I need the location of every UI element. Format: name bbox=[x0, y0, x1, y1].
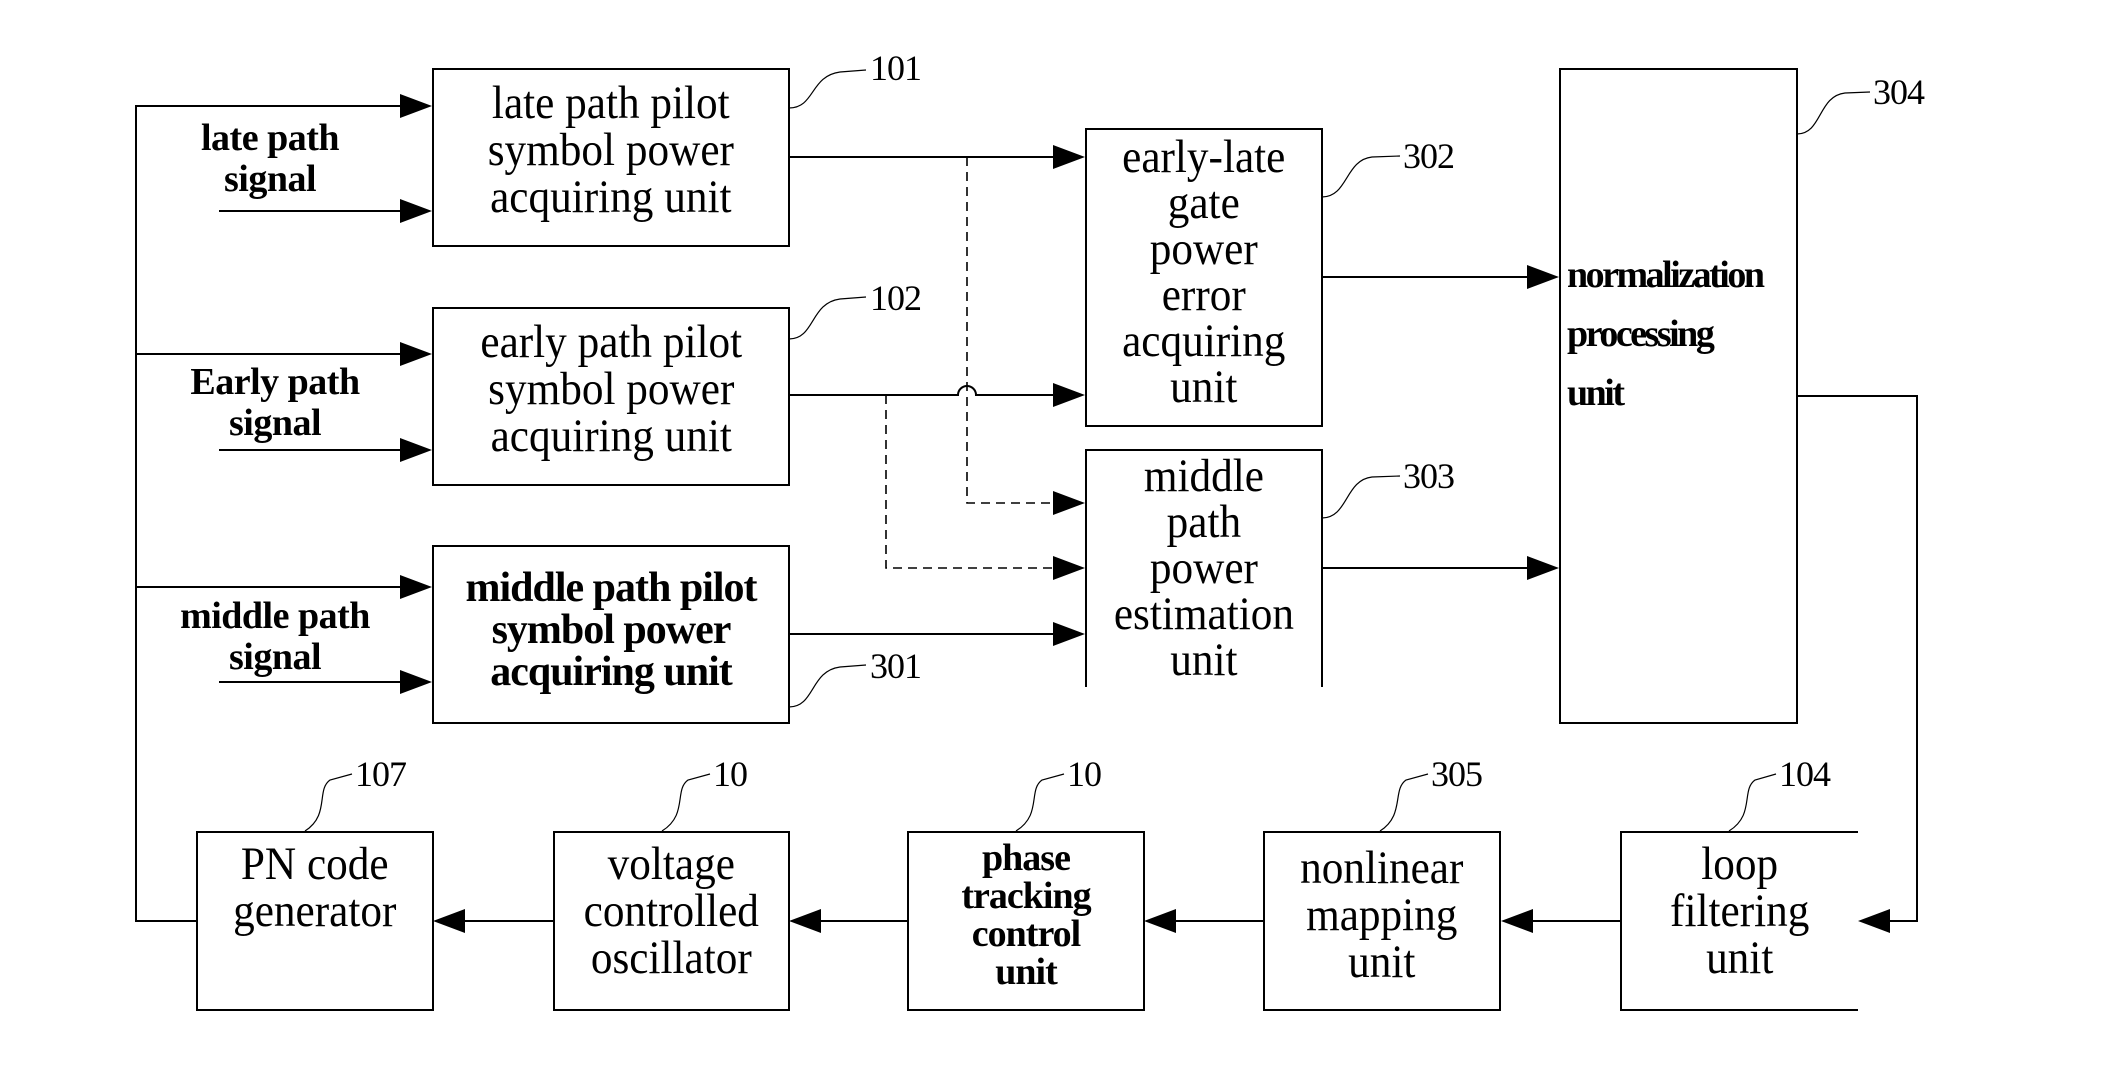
arrowhead bbox=[1053, 145, 1085, 169]
leader-303 bbox=[1321, 475, 1401, 519]
arrowhead bbox=[400, 199, 432, 223]
block-305-nonlinear-mapping[interactable]: nonlinear mapping unit bbox=[1263, 831, 1501, 1011]
ref-105: 10 bbox=[1067, 754, 1102, 794]
wire-102-302 bbox=[789, 385, 1053, 396]
block-304-normalization-processing[interactable]: normalization processing unit bbox=[1559, 68, 1798, 724]
arrowhead bbox=[1053, 556, 1085, 580]
arrowhead bbox=[1053, 491, 1085, 515]
ref-305: 305 bbox=[1431, 754, 1483, 794]
block-101-label: late path pilot symbol power acquiring u… bbox=[487, 77, 735, 223]
block-301-label: middle path pilot symbol power acquiring… bbox=[465, 565, 757, 695]
arrowhead bbox=[1527, 556, 1559, 580]
bus-pn-feedback bbox=[135, 105, 400, 922]
ref-106: 10 bbox=[713, 754, 748, 794]
ref-304: 304 bbox=[1873, 72, 1925, 112]
block-102-early-path-pilot-power[interactable]: early path pilot symbol power acquiring … bbox=[432, 307, 790, 486]
ref-107: 107 bbox=[355, 754, 407, 794]
leader-101 bbox=[788, 69, 867, 109]
arrowhead bbox=[1053, 622, 1085, 646]
dashed-102-303 bbox=[885, 395, 1053, 569]
ref-302: 302 bbox=[1403, 136, 1455, 176]
block-101-late-path-pilot-power[interactable]: late path pilot symbol power acquiring u… bbox=[432, 68, 790, 247]
block-105-label: phase tracking control unit bbox=[961, 837, 1091, 993]
block-305-label: nonlinear mapping unit bbox=[1300, 842, 1464, 988]
arrowhead bbox=[400, 94, 432, 118]
leader-301 bbox=[788, 664, 867, 708]
arrowhead bbox=[789, 909, 821, 933]
block-105-phase-tracking-control[interactable]: phase tracking control unit bbox=[907, 831, 1145, 1011]
early-path-signal-label: Early path signal bbox=[190, 361, 360, 445]
arrowhead bbox=[400, 342, 432, 366]
arrowhead bbox=[400, 438, 432, 462]
leader-106 bbox=[661, 773, 711, 832]
block-302-label: early-late gate power error acquiring un… bbox=[1122, 131, 1286, 414]
middle-path-signal-label: middle path signal bbox=[180, 595, 370, 679]
dashed-101-303 bbox=[966, 157, 1053, 504]
block-107-label: PN code generator bbox=[233, 838, 397, 937]
leader-102 bbox=[788, 296, 867, 340]
block-104-label: loop filtering unit bbox=[1670, 838, 1810, 984]
block-302-early-late-gate-power-error[interactable]: early-late gate power error acquiring un… bbox=[1085, 128, 1323, 427]
leader-104 bbox=[1728, 773, 1777, 832]
late-path-signal-label: late path signal bbox=[201, 117, 340, 201]
arrowhead bbox=[1053, 383, 1085, 407]
ref-104: 104 bbox=[1779, 754, 1831, 794]
block-303-middle-path-power-estimation[interactable]: middle path power estimation unit bbox=[1085, 449, 1323, 687]
block-107-pn-code-generator[interactable]: PN code generator bbox=[196, 831, 434, 1011]
leader-305 bbox=[1379, 773, 1429, 832]
arrowhead bbox=[1527, 265, 1559, 289]
arrowhead bbox=[1858, 909, 1890, 933]
arrowhead bbox=[1501, 909, 1533, 933]
leader-304 bbox=[1796, 91, 1871, 135]
block-106-label: voltage controlled oscillator bbox=[583, 838, 760, 984]
block-104-loop-filtering[interactable]: loop filtering unit bbox=[1620, 831, 1858, 1011]
block-102-label: early path pilot symbol power acquiring … bbox=[480, 316, 742, 462]
leader-302 bbox=[1321, 155, 1401, 198]
ref-102: 102 bbox=[870, 278, 922, 318]
ref-101: 101 bbox=[870, 48, 922, 88]
ref-303: 303 bbox=[1403, 456, 1455, 496]
leader-105 bbox=[1015, 773, 1065, 832]
block-301-middle-path-pilot-power[interactable]: middle path pilot symbol power acquiring… bbox=[432, 545, 790, 724]
leader-107 bbox=[304, 773, 353, 832]
ref-301: 301 bbox=[870, 646, 922, 686]
block-106-voltage-controlled-oscillator[interactable]: voltage controlled oscillator bbox=[553, 831, 790, 1011]
arrowhead bbox=[433, 909, 465, 933]
arrowhead bbox=[1144, 909, 1176, 933]
block-303-label: middle path power estimation unit bbox=[1113, 450, 1295, 687]
block-304-label: normalization processing unit bbox=[1567, 254, 1765, 414]
